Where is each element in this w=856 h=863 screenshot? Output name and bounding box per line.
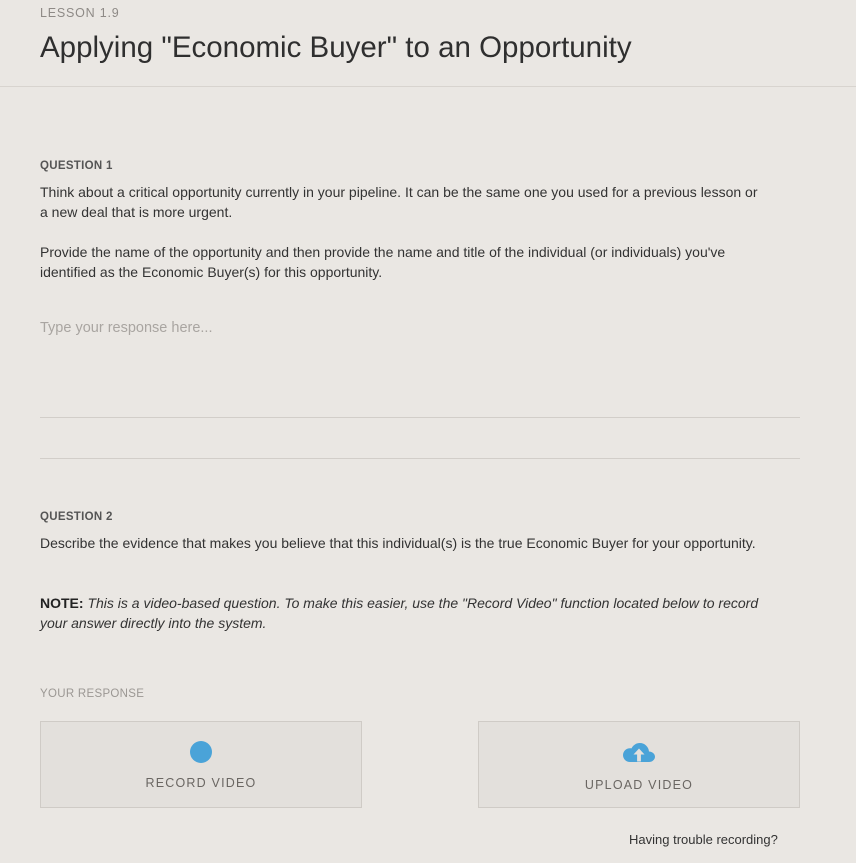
- note-label: NOTE:: [40, 595, 84, 611]
- upload-video-label: UPLOAD VIDEO: [584, 778, 694, 792]
- cloud-upload-icon: [623, 743, 655, 762]
- question-2-note: NOTE: This is a video-based question. To…: [40, 593, 760, 633]
- upload-video-button[interactable]: UPLOAD VIDEO: [478, 721, 800, 808]
- section-divider: [40, 458, 800, 459]
- lesson-header: LESSON 1.9 Applying "Economic Buyer" to …: [0, 0, 856, 87]
- record-video-label: RECORD VIDEO: [145, 776, 257, 790]
- question-2-paragraph-1: Describe the evidence that makes you bel…: [40, 535, 756, 551]
- your-response-label: YOUR RESPONSE: [40, 688, 145, 700]
- question-1-paragraph-2: Provide the name of the opportunity and …: [40, 244, 726, 280]
- question-2-label: QUESTION 2: [40, 511, 113, 523]
- question-1-label: QUESTION 1: [40, 160, 113, 172]
- page-title: Applying "Economic Buyer" to an Opportun…: [40, 31, 632, 64]
- trouble-recording-link[interactable]: Having trouble recording?: [629, 832, 778, 847]
- record-video-button[interactable]: RECORD VIDEO: [40, 721, 362, 808]
- note-text: This is a video-based question. To make …: [40, 595, 759, 631]
- lesson-number: LESSON 1.9: [40, 6, 120, 20]
- question-1-response-input[interactable]: [40, 318, 800, 418]
- question-1-paragraph-1: Think about a critical opportunity curre…: [40, 184, 758, 220]
- record-dot-icon: [190, 741, 212, 763]
